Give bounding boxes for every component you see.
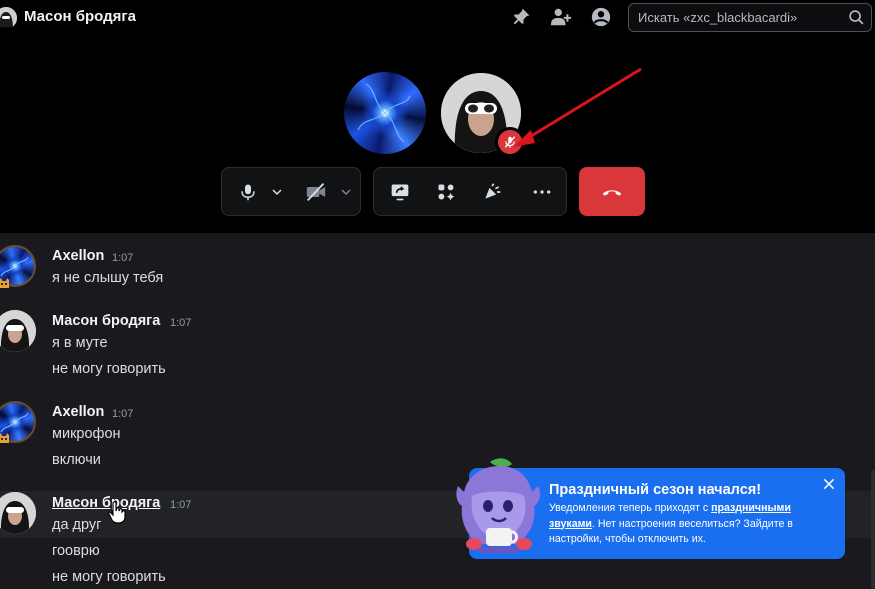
end-call-button[interactable] bbox=[579, 167, 645, 216]
search-input[interactable] bbox=[629, 4, 844, 31]
message-timestamp: 1:07 bbox=[112, 408, 134, 420]
activity-controls bbox=[373, 167, 567, 216]
activities-icon bbox=[438, 184, 455, 200]
microphone-icon bbox=[241, 184, 255, 200]
notification-body: Уведомления теперь приходят с праздничны… bbox=[549, 501, 824, 548]
message-text: гооврю bbox=[52, 543, 100, 559]
channel-header: Масон бродяга bbox=[0, 0, 875, 36]
message-text: не могу говорить bbox=[52, 569, 166, 585]
call-participant-axellon[interactable] bbox=[344, 72, 426, 154]
camera-off-icon bbox=[306, 182, 326, 201]
message-text: включи bbox=[52, 452, 101, 468]
mascot-illustration bbox=[456, 458, 541, 553]
user-profile-icon[interactable] bbox=[590, 6, 612, 28]
message-text: я в муте bbox=[52, 335, 108, 351]
cat-decoration-icon bbox=[0, 278, 9, 288]
notification-title: Праздничный сезон начался! bbox=[549, 482, 762, 498]
message-author[interactable]: Axellon bbox=[52, 248, 104, 264]
message-author[interactable]: Axellon bbox=[52, 404, 104, 420]
activities-button[interactable] bbox=[426, 168, 466, 215]
message-text: не могу говорить bbox=[52, 361, 166, 377]
cat-decoration-icon bbox=[0, 433, 9, 443]
message-text: я не слышу тебя bbox=[52, 270, 164, 286]
hand-cursor-icon bbox=[108, 500, 126, 524]
media-controls bbox=[221, 167, 361, 216]
message-timestamp: 1:07 bbox=[112, 252, 134, 264]
vortex-avatar-icon bbox=[357, 83, 411, 143]
message-author[interactable]: Масон бродяга bbox=[52, 495, 160, 511]
microphone-button[interactable] bbox=[230, 168, 266, 215]
message-text: микрофон bbox=[52, 426, 121, 442]
more-icon bbox=[533, 189, 551, 194]
red-arrow-annotation bbox=[513, 67, 642, 147]
chevron-down-icon bbox=[272, 188, 282, 195]
camera-options-button[interactable] bbox=[335, 168, 357, 215]
user-avatar-icon bbox=[0, 7, 17, 27]
message-author[interactable]: Масон бродяга bbox=[52, 313, 160, 329]
more-options-button[interactable] bbox=[522, 168, 562, 215]
message-timestamp: 1:07 bbox=[170, 317, 192, 329]
soundboard-icon bbox=[485, 182, 501, 199]
pin-icon[interactable] bbox=[510, 6, 532, 28]
search-icon bbox=[849, 10, 864, 25]
screen-share-icon bbox=[391, 184, 409, 200]
close-icon[interactable] bbox=[822, 477, 836, 491]
microphone-options-button[interactable] bbox=[266, 168, 288, 215]
screen-share-button[interactable] bbox=[380, 168, 420, 215]
soundboard-button[interactable] bbox=[472, 168, 512, 215]
message-text: да друг bbox=[52, 517, 102, 533]
channel-title: Масон бродяга bbox=[24, 8, 137, 25]
notification-body-start: Уведомления теперь приходят с bbox=[549, 502, 712, 514]
message-timestamp: 1:07 bbox=[170, 499, 192, 511]
header-avatar[interactable] bbox=[0, 7, 18, 27]
chevron-down-icon bbox=[341, 188, 351, 195]
add-friends-icon[interactable] bbox=[550, 6, 572, 28]
camera-button[interactable] bbox=[298, 168, 334, 215]
search-box[interactable] bbox=[628, 3, 872, 32]
scrollbar[interactable] bbox=[871, 470, 875, 589]
hang-up-icon bbox=[602, 189, 622, 196]
